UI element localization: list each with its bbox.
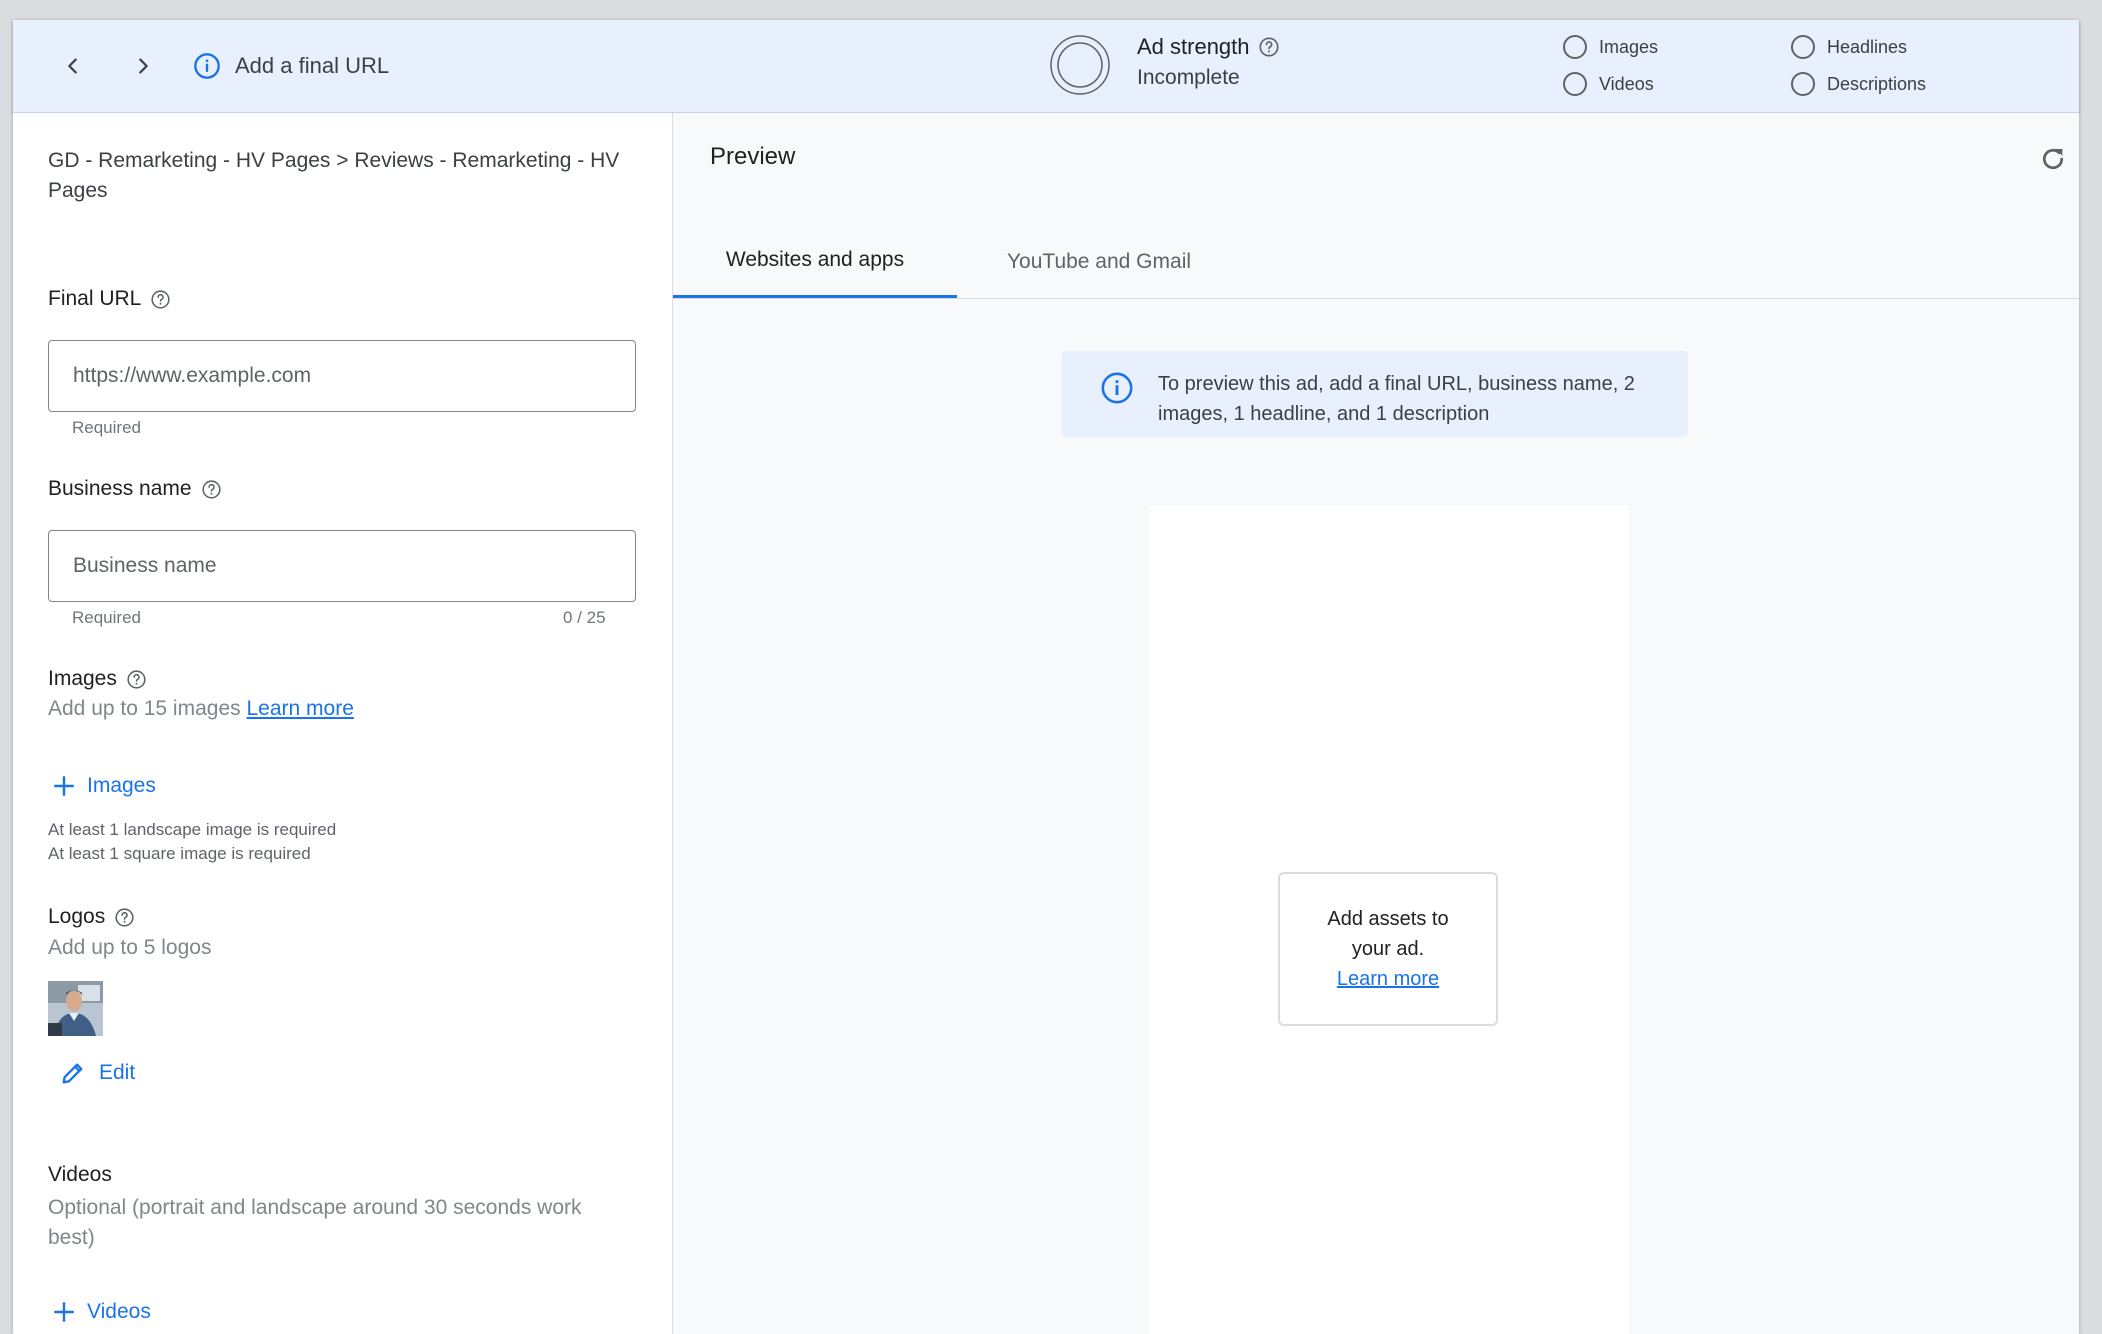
unchecked-circle-icon bbox=[1563, 35, 1587, 59]
preview-panel: Preview Websites and apps YouTube and Gm… bbox=[673, 113, 2079, 1334]
pencil-icon bbox=[62, 1063, 83, 1084]
preview-info-message: To preview this ad, add a final URL, bus… bbox=[1158, 373, 1635, 425]
add-images-label: Images bbox=[87, 774, 156, 797]
logos-description: Add up to 5 logos bbox=[48, 936, 212, 959]
business-name-counter: 0 / 25 bbox=[563, 608, 606, 627]
requirement-headlines: Headlines bbox=[1791, 35, 1907, 59]
images-requirement-note: At least 1 landscape image is required bbox=[48, 820, 337, 839]
videos-description: Optional (portrait and landscape around … bbox=[48, 1196, 582, 1249]
edit-logos-label: Edit bbox=[99, 1061, 136, 1084]
refresh-preview-button[interactable] bbox=[2035, 141, 2071, 177]
logos-label: Logos bbox=[48, 905, 135, 929]
chevron-left-icon bbox=[68, 58, 77, 74]
requirement-label: Descriptions bbox=[1827, 73, 1927, 94]
previous-button[interactable] bbox=[51, 44, 95, 88]
requirement-label: Headlines bbox=[1827, 36, 1908, 57]
requirement-label: Images bbox=[1599, 36, 1659, 57]
logos-label-text: Logos bbox=[48, 905, 106, 928]
logo-thumbnail[interactable] bbox=[48, 981, 103, 1036]
unchecked-circle-icon bbox=[1791, 35, 1815, 59]
chevron-right-icon bbox=[139, 58, 148, 74]
ad-strength-ring bbox=[1050, 35, 1110, 95]
help-icon[interactable] bbox=[126, 669, 147, 690]
requirement-images: Images bbox=[1563, 35, 1658, 59]
alert-message: Add a final URL bbox=[235, 53, 390, 78]
preview-tabs: Websites and apps YouTube and Gmail bbox=[673, 225, 2079, 299]
unchecked-circle-icon bbox=[1563, 72, 1587, 96]
ad-preview-canvas: Add assets to your ad. Learn more bbox=[1149, 506, 1629, 1334]
info-icon bbox=[1101, 372, 1133, 404]
refresh-icon bbox=[2042, 148, 2064, 170]
ad-editor-window: Add a final URL Ad strength Incomplete I… bbox=[13, 20, 2079, 1334]
images-requirement-note: At least 1 square image is required bbox=[48, 844, 311, 863]
edit-logos-button[interactable]: Edit bbox=[59, 1059, 135, 1087]
images-label-text: Images bbox=[48, 667, 117, 690]
videos-label: Videos bbox=[48, 1163, 112, 1187]
help-icon[interactable] bbox=[1258, 36, 1280, 58]
business-name-label-text: Business name bbox=[48, 477, 192, 500]
unchecked-circle-icon bbox=[1791, 72, 1815, 96]
info-icon bbox=[194, 53, 220, 79]
help-icon[interactable] bbox=[114, 907, 135, 928]
images-description: Add up to 15 images Learn more bbox=[48, 697, 354, 721]
preview-info-banner: To preview this ad, add a final URL, bus… bbox=[1062, 351, 1688, 437]
business-name-input[interactable] bbox=[48, 530, 636, 602]
final-url-helper: Required bbox=[72, 418, 141, 437]
add-assets-learn-more-link[interactable]: Learn more bbox=[1337, 964, 1439, 994]
breadcrumb: GD - Remarketing - HV Pages > Reviews - … bbox=[48, 149, 620, 202]
ad-strength-title: Ad strength bbox=[1137, 34, 1250, 59]
videos-label-text: Videos bbox=[48, 1163, 112, 1186]
tab-websites-and-apps[interactable]: Websites and apps bbox=[673, 225, 957, 298]
requirement-label: Videos bbox=[1599, 73, 1654, 94]
help-icon[interactable] bbox=[201, 479, 222, 500]
ad-strength: Ad strength Incomplete bbox=[1137, 34, 1280, 90]
next-button[interactable] bbox=[121, 44, 165, 88]
final-url-label: Final URL bbox=[48, 287, 171, 311]
add-assets-text: Add assets to your ad. bbox=[1327, 908, 1449, 960]
tab-youtube-and-gmail[interactable]: YouTube and Gmail bbox=[957, 225, 1241, 298]
add-videos-button[interactable]: Videos bbox=[51, 1299, 151, 1325]
final-url-alert[interactable]: Add a final URL bbox=[193, 52, 389, 80]
help-icon[interactable] bbox=[150, 289, 171, 310]
final-url-input[interactable] bbox=[48, 340, 636, 412]
plus-icon bbox=[54, 1302, 74, 1322]
ad-strength-status: Incomplete bbox=[1137, 66, 1240, 89]
ad-form-panel: GD - Remarketing - HV Pages > Reviews - … bbox=[13, 113, 673, 1334]
editor-toolbar: Add a final URL Ad strength Incomplete I… bbox=[13, 20, 2079, 113]
business-name-helper: Required bbox=[72, 608, 141, 627]
add-videos-label: Videos bbox=[87, 1300, 151, 1323]
images-learn-more-link[interactable]: Learn more bbox=[246, 697, 353, 720]
requirement-descriptions: Descriptions bbox=[1791, 72, 1926, 96]
add-assets-card: Add assets to your ad. Learn more bbox=[1278, 872, 1498, 1026]
images-description-text: Add up to 15 images bbox=[48, 697, 241, 720]
final-url-label-text: Final URL bbox=[48, 287, 142, 310]
plus-icon bbox=[54, 776, 74, 796]
requirement-videos: Videos bbox=[1563, 72, 1654, 96]
preview-title: Preview bbox=[710, 143, 796, 170]
images-label: Images bbox=[48, 667, 147, 691]
add-images-button[interactable]: Images bbox=[51, 773, 156, 799]
business-name-label: Business name bbox=[48, 477, 222, 501]
